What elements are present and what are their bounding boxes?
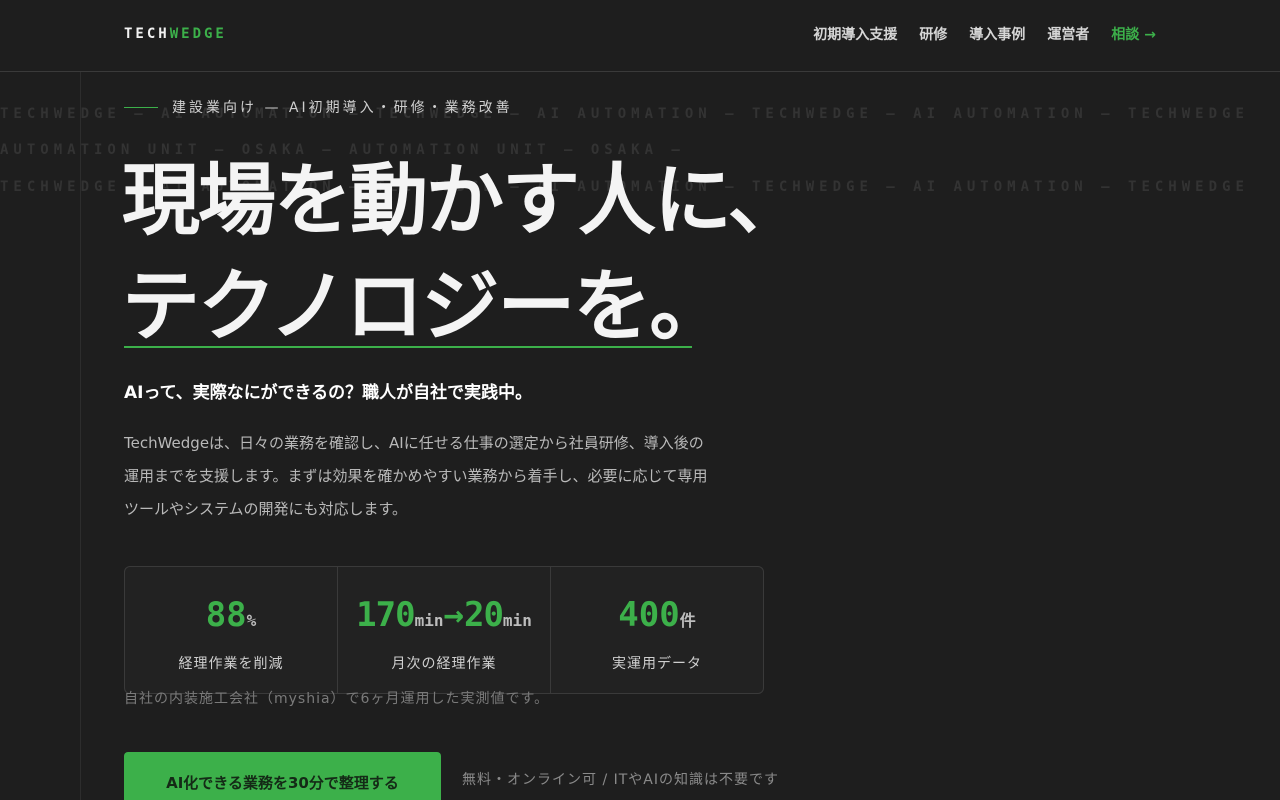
arrow-icon: →	[443, 595, 464, 635]
stat-time: 170min→20min 月次の経理作業	[338, 567, 551, 693]
cta-note: 無料・オンライン可 / ITやAIの知識は不要です	[462, 772, 780, 788]
stat-value: 400件	[551, 595, 763, 635]
eyebrow-text: 建設業向け — AI初期導入・研修・業務改善	[172, 100, 513, 116]
stat-value: 170min→20min	[338, 595, 550, 635]
logo-text-wedge: WEDGE	[169, 26, 227, 42]
cta-button-label: AI化できる業務を30分で整理する	[166, 773, 399, 792]
hero-eyebrow: 建設業向け — AI初期導入・研修・業務改善	[124, 97, 513, 117]
stat-value: 88%	[125, 595, 337, 635]
stat-number: 88	[205, 595, 247, 635]
nav-item-cases[interactable]: 導入事例	[969, 24, 1025, 44]
stat-unit: min	[414, 611, 444, 630]
stat-unit: 件	[679, 611, 696, 630]
stats-panel: 88% 経理作業を削減 170min→20min 月次の経理作業 400件 実運…	[124, 566, 764, 694]
stat-label: 月次の経理作業	[391, 656, 497, 672]
stat-label: 実運用データ	[612, 656, 702, 672]
stat-unit: %	[246, 611, 257, 630]
nav-consult-link[interactable]: 相談 →	[1111, 24, 1156, 44]
nav-item-training[interactable]: 研修	[919, 24, 947, 44]
stat-number: 400	[618, 595, 680, 635]
stat-number: 170	[356, 595, 415, 635]
stat-reduction: 88% 経理作業を削減	[125, 567, 338, 693]
eyebrow-dash	[124, 106, 158, 108]
hero-lead: AIって、実際なにができるの？職人が自社で実践中。	[124, 383, 533, 403]
stat-data: 400件 実運用データ	[551, 567, 763, 693]
nav-item-operator[interactable]: 運営者	[1047, 24, 1089, 44]
nav-item-support[interactable]: 初期導入支援	[813, 24, 897, 44]
site-header: TECHWEDGE 初期導入支援 研修 導入事例 運営者 相談 →	[0, 0, 1280, 72]
title-underline	[124, 346, 692, 348]
hero-title-line-2: テクノロジーを。	[122, 262, 727, 352]
hero-title-line-1: 現場を動かす人に、	[122, 156, 806, 246]
stat-number: 20	[463, 595, 504, 635]
hero-body: TechWedgeは、日々の業務を確認し、AIに任せる仕事の選定から社員研修、導…	[124, 434, 708, 518]
logo-text-tech: TECH	[124, 26, 170, 42]
main-nav: 初期導入支援 研修 導入事例 運営者 相談 →	[813, 24, 1156, 44]
logo[interactable]: TECHWEDGE	[124, 26, 227, 42]
stats-footnote: 自社の内装施工会社（myshia）で6ヶ月運用した実測値です。	[124, 691, 550, 707]
stat-label: 経理作業を削減	[178, 656, 284, 672]
stat-unit: min	[502, 611, 532, 630]
cta-button[interactable]: AI化できる業務を30分で整理する	[124, 752, 441, 800]
